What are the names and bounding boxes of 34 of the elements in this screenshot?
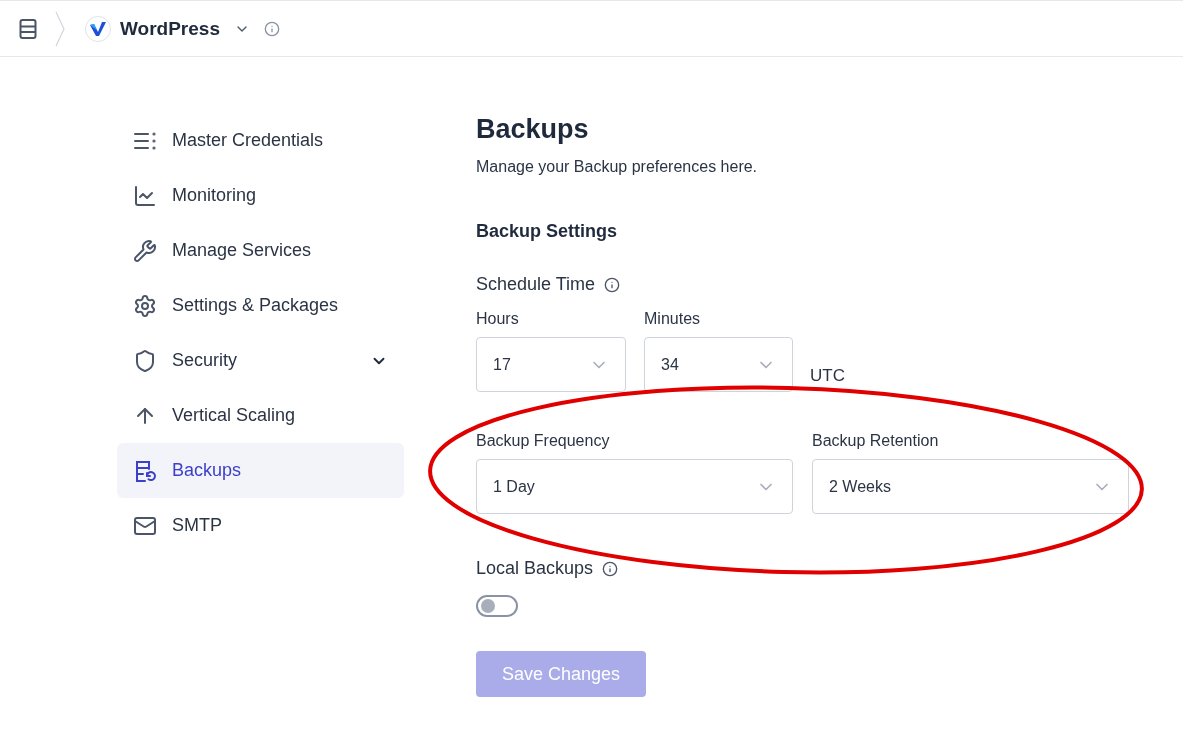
sidebar-item[interactable]: Vertical Scaling xyxy=(117,388,404,443)
sidebar-item[interactable]: Manage Services xyxy=(117,223,404,278)
select-field[interactable]: 2 Weeks xyxy=(812,459,1129,514)
page-title: Backups xyxy=(476,113,590,145)
gear-icon xyxy=(133,293,157,318)
sidebar-item[interactable]: Monitoring xyxy=(117,168,404,223)
field-label: Backup Frequency xyxy=(476,432,611,450)
select-field[interactable]: 17 xyxy=(476,337,626,392)
field-label: Minutes xyxy=(644,310,702,328)
app-name: WordPress xyxy=(120,17,220,40)
page-subtitle: Manage your Backup preferences here. xyxy=(476,158,759,176)
field-label: Hours xyxy=(476,310,520,328)
sidebar-item[interactable]: SMTP xyxy=(117,498,404,553)
sidebar-item[interactable]: Security xyxy=(117,333,404,388)
rows-icon[interactable] xyxy=(19,18,37,39)
info-icon[interactable] xyxy=(602,560,619,577)
wrench-icon xyxy=(133,238,157,263)
sidebar-item[interactable]: Master Credentials xyxy=(117,113,404,168)
info-icon[interactable] xyxy=(263,20,280,37)
breadcrumb-separator-icon xyxy=(55,10,65,47)
backup-icon xyxy=(133,458,157,483)
select-field[interactable]: 34 xyxy=(644,337,793,392)
line-chart-icon xyxy=(133,183,157,208)
section-heading: Backup Settings xyxy=(476,221,619,242)
field-label: Local Backups xyxy=(476,558,594,579)
sidebar-item[interactable]: Backups xyxy=(117,443,404,498)
field-label: Backup Retention xyxy=(812,432,940,450)
info-icon[interactable] xyxy=(604,276,621,293)
select-field[interactable]: 1 Day xyxy=(476,459,793,514)
timezone-label: UTC xyxy=(810,366,845,386)
sidebar-item[interactable]: Settings & Packages xyxy=(117,278,404,333)
toggle-switch[interactable] xyxy=(476,595,518,617)
shield-icon xyxy=(133,348,157,373)
field-label: Schedule Time xyxy=(476,274,596,295)
